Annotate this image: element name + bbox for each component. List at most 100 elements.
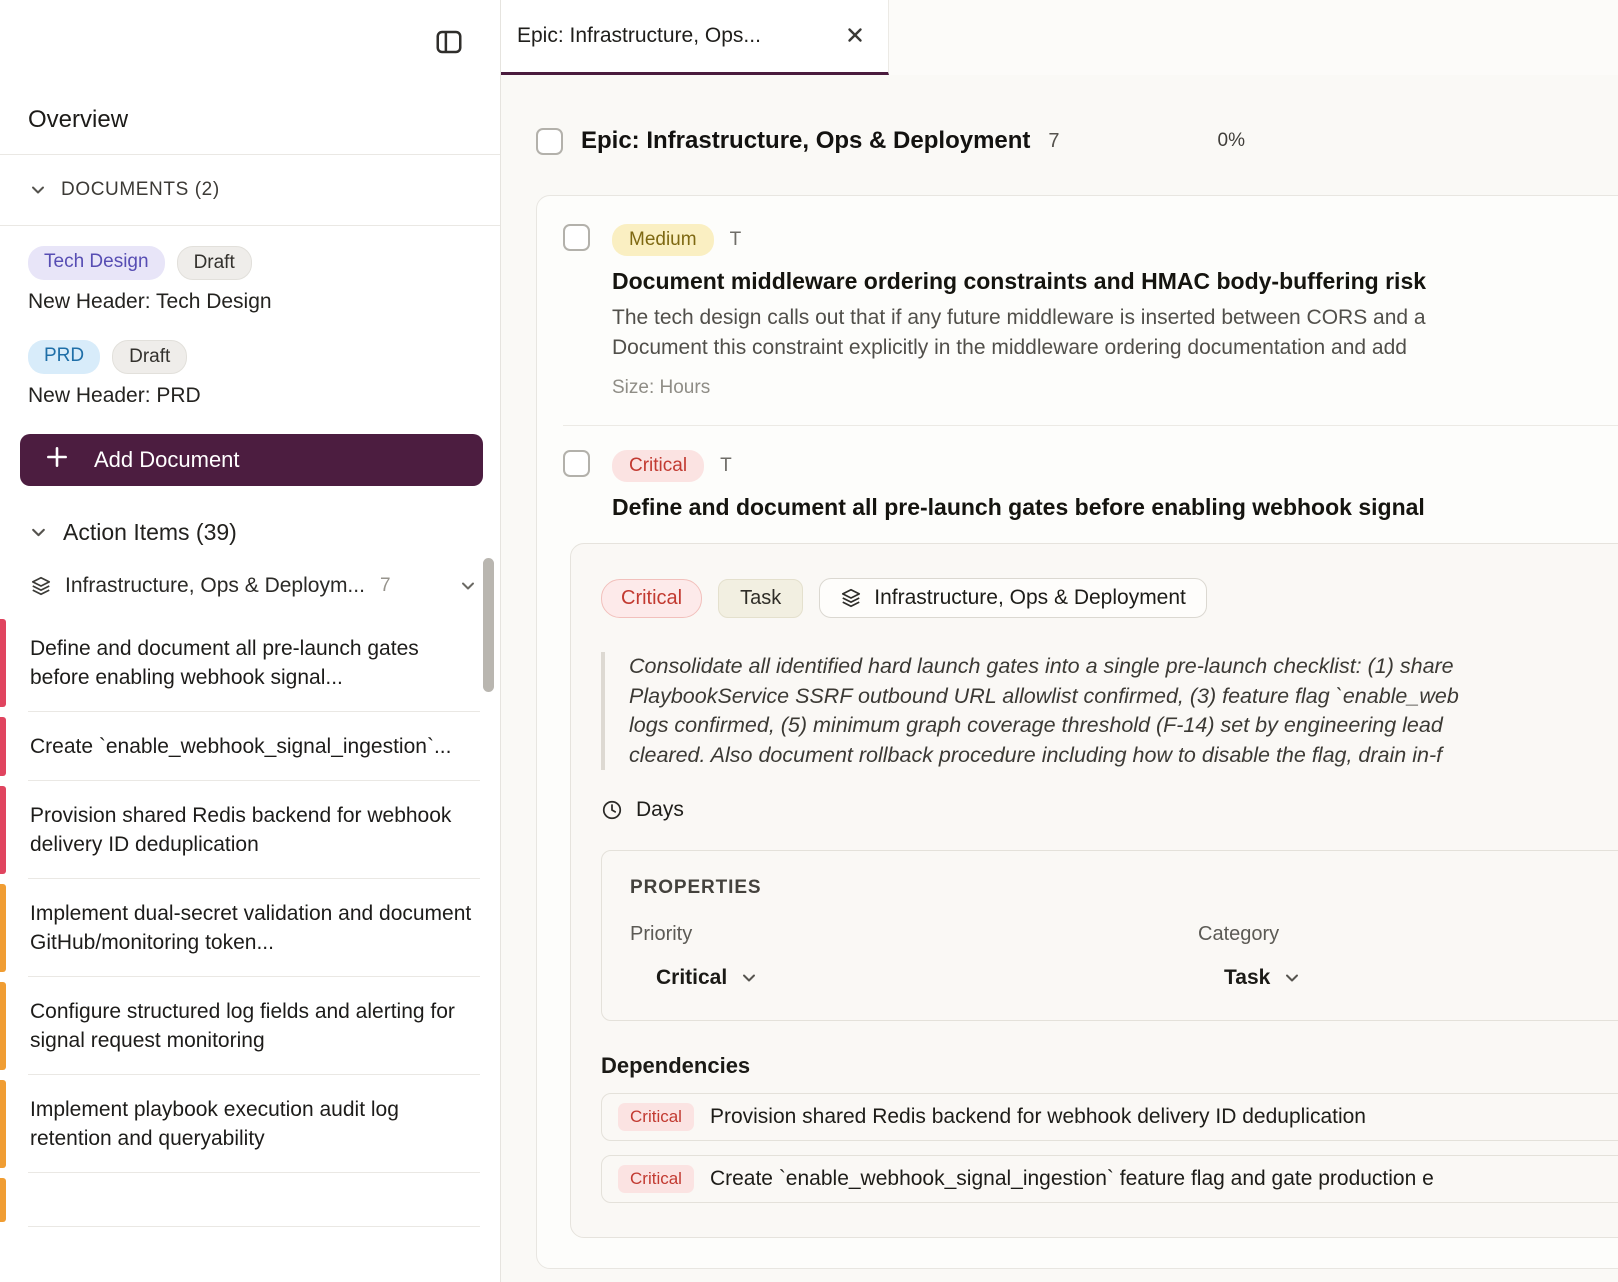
dependencies-header: Dependencies [601, 1053, 1618, 1079]
task-description-line: Document this constraint explicitly in t… [612, 333, 1618, 363]
list-item[interactable]: Create `enable_webhook_signal_ingestion`… [0, 712, 500, 781]
category-select[interactable]: Task [1198, 966, 1610, 990]
epic-title: Epic: Infrastructure, Ops & Deployment [581, 127, 1030, 155]
collapse-sidebar-icon [434, 27, 464, 60]
list-item[interactable]: Tech Design Draft New Header: Tech Desig… [28, 246, 472, 314]
properties-panel: PROPERTIES Priority Critical [601, 850, 1618, 1021]
list-item[interactable]: Implement playbook execution audit log r… [0, 1075, 500, 1173]
action-item-label: Define and document all pre-launch gates… [30, 634, 478, 692]
action-item-label: Provision shared Redis backend for webho… [30, 801, 478, 859]
epic-pill-label: Infrastructure, Ops & Deployment [874, 586, 1186, 610]
plus-icon [44, 444, 70, 476]
clock-icon [601, 799, 623, 821]
tab-bar: Epic: Infrastructure, Ops... [501, 0, 1618, 75]
category-pill[interactable]: Task [718, 579, 803, 618]
priority-select[interactable]: Critical [630, 966, 1198, 990]
chevron-down-icon [460, 578, 476, 594]
doc-title: New Header: Tech Design [28, 290, 472, 314]
task-size-label: Size: Hours [612, 377, 1618, 399]
chevron-down-icon [30, 182, 46, 198]
action-items-section-label: Action Items (39) [63, 519, 237, 546]
task-list-card: Medium T Document middleware ordering co… [536, 195, 1618, 1269]
task-description: The tech design calls out that if any fu… [612, 303, 1618, 363]
priority-badge: Critical [612, 450, 704, 482]
doc-title: New Header: PRD [28, 384, 472, 408]
task-body: Critical T Define and document all pre-l… [612, 450, 1618, 521]
main-panel: Epic: Infrastructure, Ops... Epic: Infra… [501, 0, 1618, 1282]
list-item[interactable]: Configure structured log fields and aler… [0, 977, 500, 1075]
dependency-priority-badge: Critical [618, 1165, 694, 1193]
task-checkbox[interactable] [563, 450, 590, 477]
add-document-button[interactable]: Add Document [20, 434, 483, 486]
task-row[interactable]: Critical T Define and document all pre-l… [537, 426, 1618, 521]
list-item[interactable] [0, 1173, 500, 1227]
priority-pill[interactable]: Critical [601, 579, 702, 618]
duration-row: Days [601, 798, 1618, 822]
dependency-row[interactable]: Critical Create `enable_webhook_signal_i… [601, 1155, 1618, 1203]
sidebar: Overview DOCUMENTS (2) Tech Design Draft… [0, 0, 501, 1282]
close-icon [844, 24, 866, 49]
description-line: cleared. Also document rollback procedur… [629, 741, 1618, 771]
description-line: PlaybookService SSRF outbound URL allowl… [629, 682, 1618, 712]
action-item-label: Create `enable_webhook_signal_ingestion`… [30, 732, 478, 761]
task-title: Define and document all pre-launch gates… [612, 494, 1618, 521]
list-item[interactable]: Define and document all pre-launch gates… [0, 614, 500, 712]
layers-icon [30, 575, 52, 597]
epic-header: Epic: Infrastructure, Ops & Deployment 7… [536, 127, 1618, 155]
chevron-down-icon [741, 970, 757, 986]
properties-header: PROPERTIES [630, 877, 1610, 899]
epic-pill[interactable]: Infrastructure, Ops & Deployment [819, 578, 1207, 618]
tab-epic[interactable]: Epic: Infrastructure, Ops... [501, 0, 889, 75]
epic-task-count: 7 [1048, 130, 1059, 153]
epic-content: Epic: Infrastructure, Ops & Deployment 7… [501, 75, 1618, 1282]
description-line: logs confirmed, (5) minimum graph covera… [629, 711, 1618, 741]
properties-grid: Priority Critical Category [630, 923, 1610, 990]
task-body: Medium T Document middleware ordering co… [612, 224, 1618, 399]
chevron-down-icon [30, 524, 47, 541]
documents-section-label: DOCUMENTS (2) [61, 179, 220, 201]
task-type-letter: T [730, 229, 742, 251]
app-window: Overview DOCUMENTS (2) Tech Design Draft… [0, 0, 1618, 1282]
task-checkbox[interactable] [563, 224, 590, 251]
doc-badges: Tech Design Draft [28, 246, 472, 280]
documents-section-header[interactable]: DOCUMENTS (2) [0, 155, 500, 226]
list-item[interactable]: Provision shared Redis backend for webho… [0, 781, 500, 879]
sidebar-scrollbar[interactable] [483, 558, 494, 692]
collapse-sidebar-button[interactable] [434, 27, 464, 60]
sidebar-item-overview[interactable]: Overview [0, 86, 500, 155]
dependency-priority-badge: Critical [618, 1103, 694, 1131]
list-item[interactable]: Implement dual-secret validation and doc… [0, 879, 500, 977]
category-label: Category [1198, 923, 1610, 946]
task-meta: Medium T [612, 224, 1618, 256]
action-items-section-header[interactable]: Action Items (39) [0, 500, 500, 564]
doc-type-badge: PRD [28, 340, 100, 374]
task-meta: Critical T [612, 450, 1618, 482]
priority-value: Critical [656, 966, 727, 990]
overview-label: Overview [28, 106, 128, 134]
add-document-label: Add Document [94, 447, 240, 473]
dependency-title: Provision shared Redis backend for webho… [710, 1105, 1366, 1129]
epic-checkbox[interactable] [536, 128, 563, 155]
sidebar-top [0, 0, 500, 86]
description-line: Consolidate all identified hard launch g… [629, 652, 1618, 682]
group-count: 7 [380, 575, 391, 597]
tab-title: Epic: Infrastructure, Ops... [517, 24, 761, 48]
dependency-title: Create `enable_webhook_signal_ingestion`… [710, 1167, 1434, 1191]
dependency-row[interactable]: Critical Provision shared Redis backend … [601, 1093, 1618, 1141]
close-tab-button[interactable] [840, 20, 870, 53]
task-description-line: The tech design calls out that if any fu… [612, 303, 1618, 333]
action-items-group-infrastructure[interactable]: Infrastructure, Ops & Deploym... 7 [0, 564, 500, 614]
documents-list: Tech Design Draft New Header: Tech Desig… [0, 226, 500, 408]
list-item[interactable]: PRD Draft New Header: PRD [28, 340, 472, 408]
layers-icon [840, 587, 862, 609]
task-row[interactable]: Medium T Document middleware ordering co… [537, 196, 1618, 425]
doc-type-badge: Tech Design [28, 246, 165, 280]
task-detail-description: Consolidate all identified hard launch g… [601, 652, 1618, 770]
priority-label: Priority [630, 923, 1198, 946]
chevron-down-icon [1284, 970, 1300, 986]
epic-progress: 0% [1218, 130, 1245, 152]
doc-badges: PRD Draft [28, 340, 472, 374]
category-value: Task [1224, 966, 1270, 990]
action-item-label: Implement playbook execution audit log r… [30, 1095, 478, 1153]
action-items-list: Define and document all pre-launch gates… [0, 614, 500, 1227]
